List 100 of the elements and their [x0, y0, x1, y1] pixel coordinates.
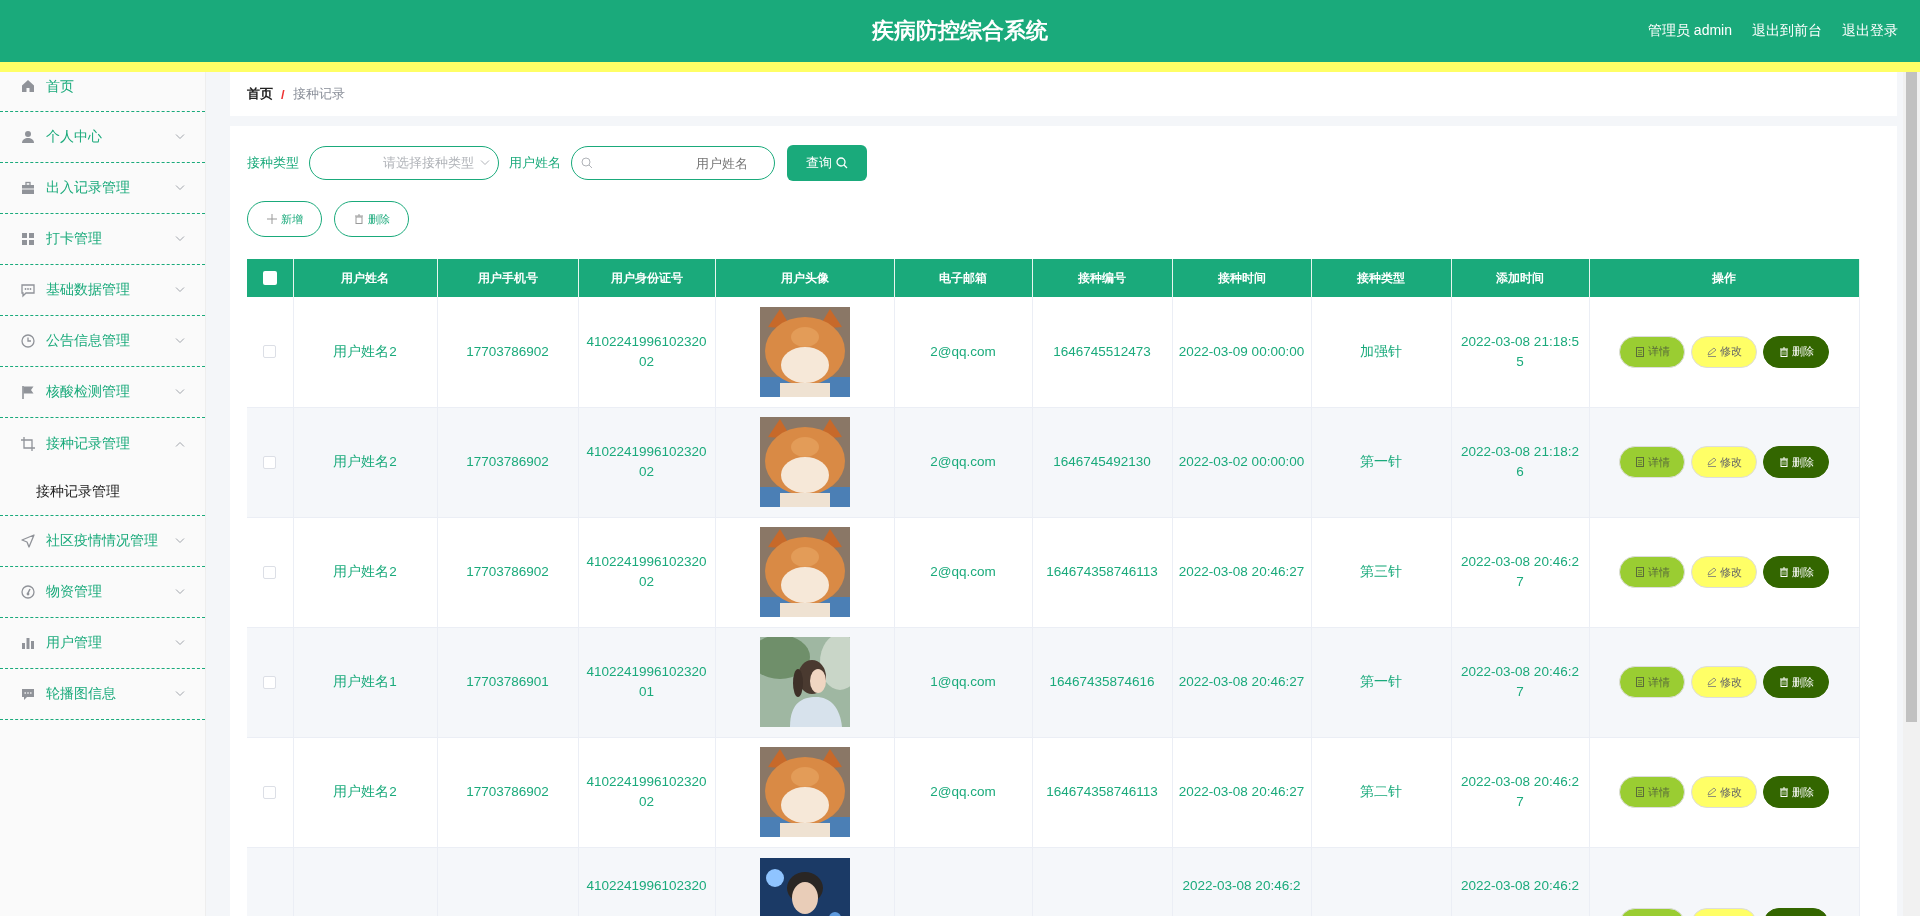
- sidebar-item[interactable]: 公告信息管理: [46, 332, 165, 350]
- edit-button[interactable]: 修改: [1691, 556, 1757, 588]
- breadcrumb-link[interactable]: 首页: [247, 85, 273, 103]
- table-cell: 1646745492130: [1053, 454, 1151, 469]
- trash-icon: [1778, 677, 1789, 687]
- table-cell: 2022-03-08 20:46:27: [1461, 554, 1579, 589]
- details-button[interactable]: 详情: [1619, 776, 1685, 808]
- delete-button[interactable]: 删除: [1763, 335, 1829, 368]
- details-button[interactable]: 详情: [1619, 446, 1685, 478]
- table-cell: 用户姓名1: [333, 674, 397, 689]
- table-cell: 164674358746113: [1046, 784, 1158, 799]
- sidebar-item[interactable]: 社区疫情情况管理: [46, 532, 165, 550]
- table-cell: 第二针: [1360, 784, 1402, 799]
- edit-button[interactable]: 修改: [1691, 335, 1757, 368]
- clock-icon: [20, 333, 36, 349]
- document-icon: [1634, 457, 1645, 467]
- table-cell: 用户姓名2: [333, 784, 397, 799]
- pencil-icon: [1706, 787, 1717, 797]
- edit-button[interactable]: 修改: [1691, 666, 1757, 698]
- header-link[interactable]: 退出到前台: [1752, 22, 1822, 40]
- sidebar-item[interactable]: 轮播图信息: [46, 685, 165, 703]
- edit-button[interactable]: 修改: [1691, 446, 1757, 478]
- table-cell: 2@qq.com: [930, 343, 996, 359]
- row-checkbox[interactable]: [263, 565, 277, 579]
- sidebar-item[interactable]: 出入记录管理: [46, 179, 165, 197]
- column-header: 操作: [1712, 270, 1736, 285]
- column-header: 接种时间: [1217, 270, 1266, 285]
- delete-button[interactable]: 删除: [1763, 666, 1829, 698]
- scrollbar[interactable]: [1903, 72, 1920, 916]
- table-cell: 2022-03-02 00:00:00: [1178, 454, 1305, 469]
- trash-icon: [1778, 567, 1789, 577]
- row-checkbox[interactable]: [263, 345, 277, 359]
- sidebar-item[interactable]: 基础数据管理: [46, 281, 165, 299]
- table-cell: 17703786902: [466, 564, 549, 579]
- table-cell: 164674358746113: [1046, 564, 1158, 579]
- details-button[interactable]: 详情: [1619, 666, 1685, 698]
- document-icon: [1634, 677, 1645, 687]
- query-button[interactable]: 查询: [787, 145, 867, 181]
- table-cell: 1646745512473: [1053, 343, 1151, 359]
- table-cell: 第一针: [1360, 454, 1402, 469]
- row-checkbox[interactable]: [263, 455, 277, 469]
- table-cell: 410224199610232002: [586, 444, 707, 479]
- name-input[interactable]: 用户姓名: [571, 146, 775, 180]
- sidebar-item[interactable]: 核酸检测管理: [46, 383, 165, 401]
- delete-button[interactable]: 删除: [334, 201, 409, 237]
- pencil-icon: [1706, 457, 1717, 467]
- table-cell: 410224199610232002: [586, 333, 707, 369]
- table-cell: 2@qq.com: [930, 784, 996, 799]
- column-header: 电子邮箱: [939, 270, 987, 285]
- document-icon: [1634, 567, 1645, 577]
- gauge-icon: [20, 584, 36, 600]
- table-cell: 410224199610232002: [586, 554, 707, 589]
- table-cell: 用户姓名2: [333, 564, 397, 579]
- edit-button[interactable]: 修改: [1691, 776, 1757, 808]
- row-checkbox[interactable]: [263, 675, 277, 689]
- table-cell: 2022-03-08 20:46:27: [1178, 674, 1305, 689]
- table-cell: 17703786902: [466, 454, 549, 469]
- delete-button[interactable]: 删除: [1763, 556, 1829, 588]
- table-cell: 17703786902: [466, 784, 549, 799]
- sidebar-item[interactable]: 个人中心: [46, 128, 165, 146]
- column-header: 用户头像: [780, 270, 829, 285]
- table-cell: 17703786901: [466, 674, 549, 689]
- add-button[interactable]: 新增: [247, 201, 322, 237]
- sidebar-item[interactable]: 接种记录管理: [46, 434, 165, 453]
- sidebar-item[interactable]: 打卡管理: [46, 230, 165, 248]
- crop-icon: [20, 435, 36, 452]
- header-link[interactable]: 管理员 admin: [1647, 22, 1732, 40]
- pencil-icon: [1706, 567, 1717, 577]
- details-button[interactable]: 详情: [1619, 335, 1685, 368]
- column-header: 接种类型: [1357, 270, 1405, 285]
- trash-icon: [353, 214, 364, 224]
- pencil-icon: [1706, 677, 1717, 687]
- row-checkbox[interactable]: [263, 785, 277, 799]
- table-cell: 2022-03-08 21:18:55: [1461, 333, 1579, 369]
- trash-icon: [1778, 346, 1789, 357]
- table-cell: 2@qq.com: [930, 454, 996, 469]
- plus-icon: [266, 214, 277, 224]
- sidebar-item[interactable]: 用户管理: [46, 634, 165, 652]
- table-cell: 加强针: [1360, 343, 1402, 359]
- column-header: 添加时间: [1496, 270, 1544, 285]
- app-title: 疾病防控综合系统: [872, 18, 1048, 43]
- sidebar-item[interactable]: 首页: [46, 78, 185, 96]
- sidebar-item[interactable]: 物资管理: [46, 583, 165, 601]
- select-all-checkbox[interactable]: [262, 271, 277, 285]
- briefcase-icon: [20, 180, 36, 196]
- table-cell: 410224199610232002: [586, 774, 707, 809]
- chevron-down-icon: [480, 160, 490, 166]
- flag-icon: [20, 384, 36, 400]
- header-link[interactable]: 退出登录: [1842, 22, 1898, 40]
- grid-icon: [20, 231, 36, 247]
- table-cell: 2022-03-08 20:46:2: [1182, 877, 1301, 893]
- delete-button[interactable]: 删除: [1763, 776, 1829, 808]
- table-cell: 2022-03-08 20:46:27: [1178, 564, 1305, 579]
- search-icon: [581, 157, 593, 169]
- details-button[interactable]: 详情: [1619, 556, 1685, 588]
- table-cell: 用户姓名2: [333, 343, 397, 359]
- delete-button[interactable]: 删除: [1763, 446, 1829, 478]
- sidebar-subitem[interactable]: 接种记录管理: [36, 483, 120, 501]
- table-cell: 1@qq.com: [930, 674, 996, 689]
- bar-chart-icon: [20, 635, 36, 651]
